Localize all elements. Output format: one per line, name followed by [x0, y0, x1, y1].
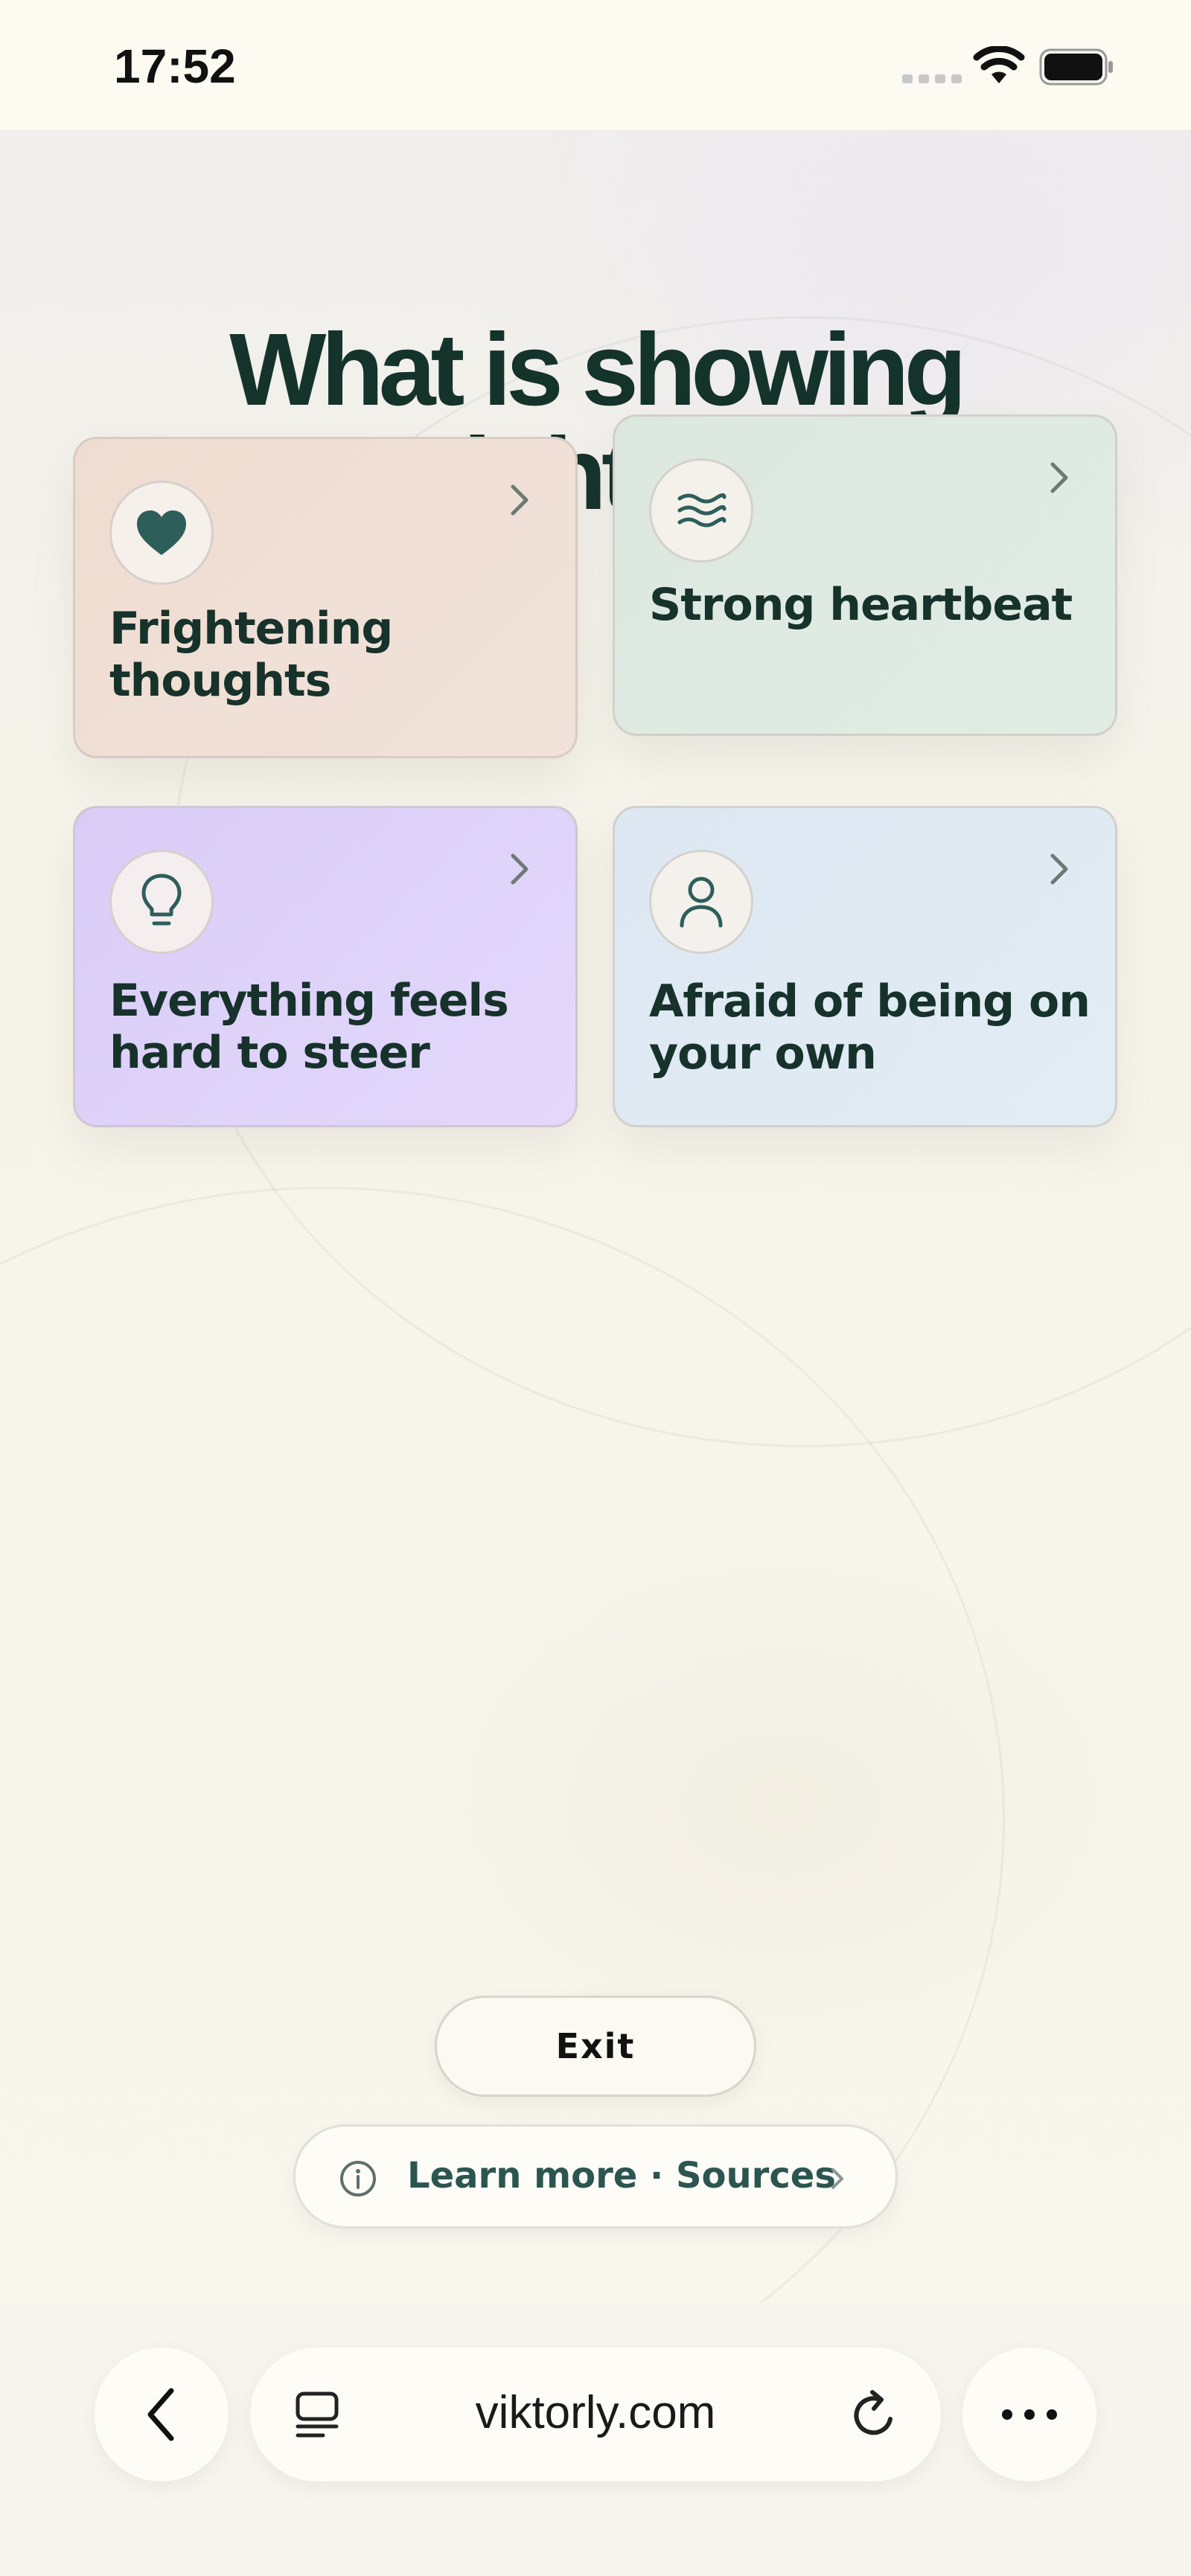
- chevron-right-icon: [511, 484, 529, 516]
- battery-icon: [1039, 48, 1113, 86]
- card-frightening-thoughts[interactable]: Frightening thoughts: [73, 437, 578, 758]
- card-icon-circle: [649, 458, 753, 563]
- learn-more-label: Learn more · Sources: [407, 2155, 836, 2197]
- card-label: Everything feels hard to steer: [109, 975, 509, 1079]
- more-options-button[interactable]: [962, 2348, 1096, 2482]
- learn-more-sources-button[interactable]: Learn more · Sources: [293, 2124, 898, 2229]
- chevron-right-icon: [1050, 462, 1068, 493]
- card-afraid-of-being-alone[interactable]: Afraid of being on your own: [613, 806, 1117, 1127]
- card-icon-circle: [109, 481, 214, 585]
- wifi-icon: [973, 46, 1025, 83]
- card-strong-heartbeat[interactable]: Strong heartbeat: [613, 414, 1117, 736]
- card-icon-circle: [649, 850, 753, 954]
- chevron-left-icon: [147, 2388, 174, 2441]
- card-icon-circle: [109, 850, 214, 954]
- waves-icon: [677, 493, 727, 528]
- status-bar: 17:52: [0, 0, 1191, 130]
- exit-button[interactable]: Exit: [435, 1996, 756, 2097]
- card-label: Frightening thoughts: [109, 603, 393, 707]
- info-icon: [340, 2161, 376, 2197]
- reload-icon[interactable]: [850, 2389, 899, 2441]
- card-everything-feels-hard[interactable]: Everything feels hard to steer: [73, 806, 578, 1127]
- chevron-right-icon: [831, 2168, 843, 2189]
- url-text: viktorly.com: [475, 2387, 716, 2438]
- person-icon: [680, 877, 723, 928]
- back-button[interactable]: [95, 2348, 229, 2482]
- lightbulb-icon: [141, 874, 182, 926]
- card-label: Strong heartbeat: [649, 579, 1073, 631]
- chevron-right-icon: [1050, 853, 1068, 885]
- page-title-line1: What is showing: [229, 313, 967, 427]
- card-label: Afraid of being on your own: [649, 975, 1091, 1080]
- address-bar[interactable]: viktorly.com: [250, 2348, 941, 2482]
- chevron-right-icon: [511, 853, 529, 885]
- ellipsis-icon: [1002, 2409, 1057, 2420]
- heart-icon: [137, 510, 186, 555]
- status-time: 17:52: [114, 39, 236, 93]
- cellular-signal-icon: [902, 74, 962, 83]
- browser-toolbar: viktorly.com: [0, 2303, 1191, 2576]
